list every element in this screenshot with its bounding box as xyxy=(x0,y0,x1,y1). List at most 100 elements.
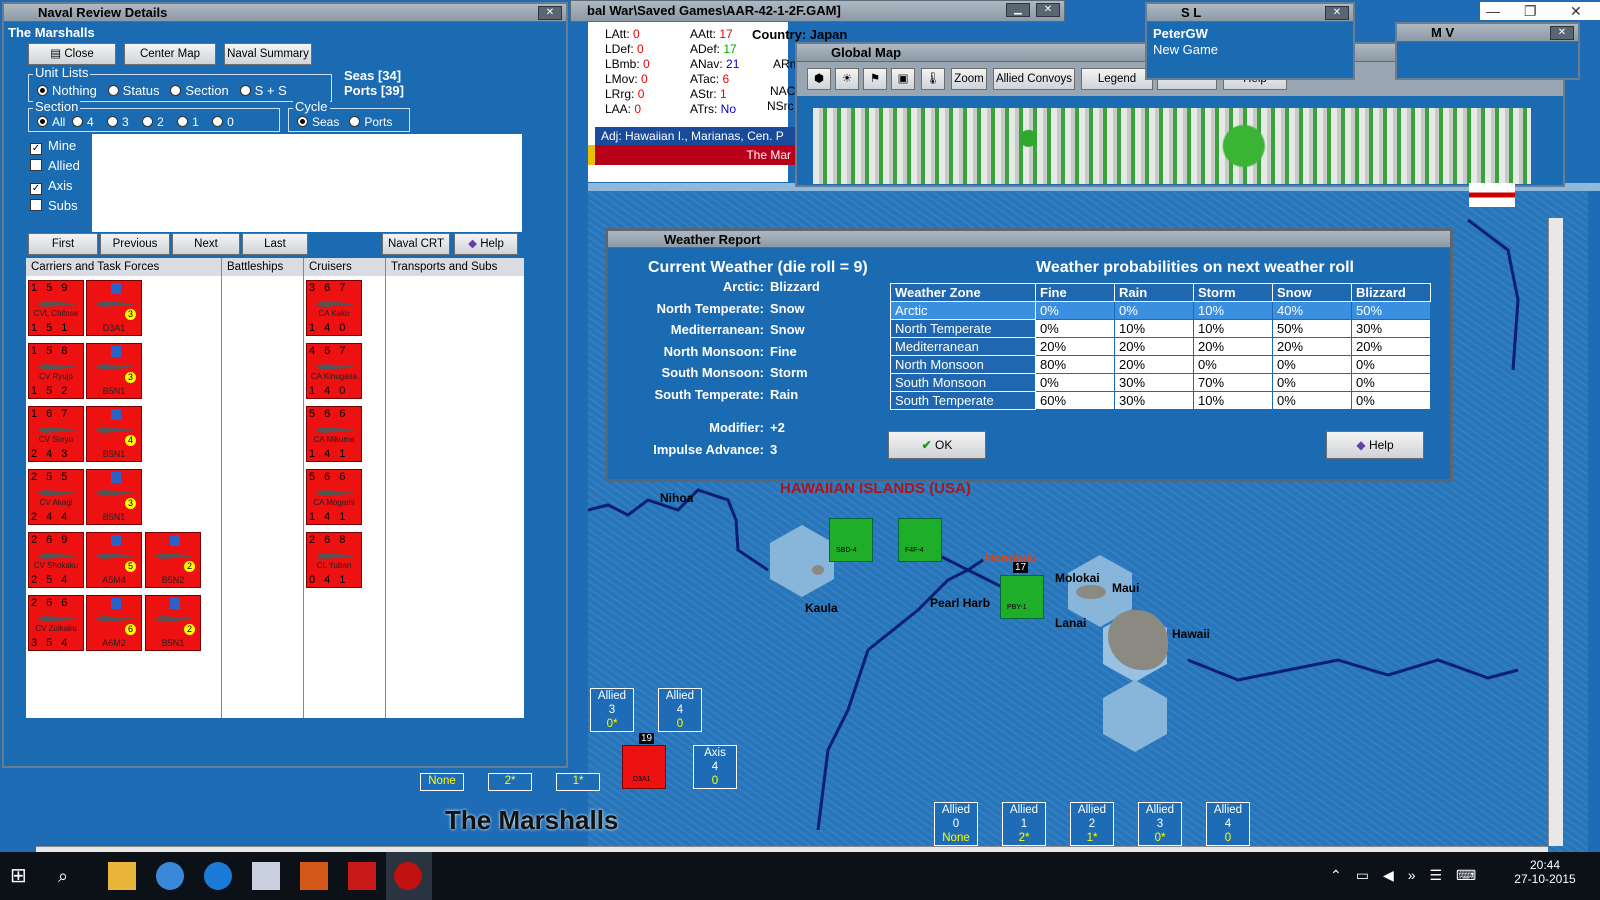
table-row[interactable]: South Temperate 60% 30% 10% 0% 0% xyxy=(890,391,1431,410)
zoom-button[interactable]: Zoom xyxy=(951,68,987,90)
air-unit-counter[interactable]: B5N1 2 xyxy=(145,595,201,651)
ship-counter[interactable]: CA Mikuma 5 6 6 1 4 1 xyxy=(306,406,362,462)
radio-section-0[interactable]: 0 xyxy=(212,115,234,129)
previous-button[interactable]: Previous xyxy=(100,233,170,255)
last-button[interactable]: Last xyxy=(242,233,308,255)
pdf-icon[interactable] xyxy=(348,862,376,890)
ship-counter[interactable]: CA Kako 3 6 7 1 4 0 xyxy=(306,280,362,336)
hawaii-section-4[interactable]: Allied 4 0 xyxy=(1206,802,1250,846)
marshalls-section-1[interactable]: 2* xyxy=(488,773,532,791)
file-explorer-icon[interactable] xyxy=(108,862,136,890)
flag-icon[interactable]: ⚑ xyxy=(863,68,887,90)
radio-nothing[interactable]: Nothing xyxy=(37,83,97,98)
ship-counter[interactable]: CV Zuikaku 2 6 6 3 5 4 xyxy=(28,595,84,651)
app-icon[interactable] xyxy=(204,862,232,890)
air-unit-counter[interactable]: A5M4 5 xyxy=(86,532,142,588)
filter-subs[interactable]: Subs xyxy=(30,198,78,213)
air-unit-counter[interactable]: B5N1 3 xyxy=(86,469,142,525)
radio-section-4[interactable]: 4 xyxy=(72,115,94,129)
close-icon[interactable]: ✕ xyxy=(1036,3,1060,17)
weather-help-button[interactable]: ◆ Help xyxy=(1326,431,1424,459)
air-unit-counter[interactable]: B5N1 3 xyxy=(86,343,142,399)
radio-cycle-ports[interactable]: Ports xyxy=(349,115,392,129)
table-row[interactable]: Arctic 0% 0% 10% 40% 50% xyxy=(890,301,1431,320)
minimize-icon[interactable]: — xyxy=(1486,2,1500,20)
ship-counter[interactable]: CL Yubari 2 6 8 0 4 1 xyxy=(306,532,362,588)
unit-sbd4[interactable]: SBD-4 xyxy=(829,518,873,562)
hawaii-section-2[interactable]: Allied 2 1* xyxy=(1070,802,1114,846)
radio-cycle-seas[interactable]: Seas xyxy=(297,115,339,129)
ship-counter[interactable]: CV Soryu 1 6 7 2 4 3 xyxy=(28,406,84,462)
filter-mine[interactable]: ✓ Mine xyxy=(30,138,76,155)
document-icon[interactable] xyxy=(252,862,280,890)
global-minimap[interactable] xyxy=(813,108,1531,184)
first-button[interactable]: First xyxy=(28,233,98,255)
hex-icon[interactable]: ⬢ xyxy=(807,68,831,90)
game-icon[interactable] xyxy=(300,862,328,890)
ship-counter[interactable]: CV Shokaku 2 6 9 2 5 4 xyxy=(28,532,84,588)
transports-list[interactable] xyxy=(386,276,524,718)
browser-icon[interactable] xyxy=(156,862,184,890)
hawaii-section-0[interactable]: Allied 0 None xyxy=(934,802,978,846)
radio-section-3[interactable]: 3 xyxy=(107,115,129,129)
help-button[interactable]: ◆ Help xyxy=(454,233,518,255)
filter-allied[interactable]: Allied xyxy=(30,158,80,173)
close-icon[interactable]: ✕ xyxy=(538,6,562,20)
center-map-button[interactable]: Center Map xyxy=(124,43,216,65)
next-button[interactable]: Next xyxy=(172,233,240,255)
ship-counter[interactable]: CVL Chitose 1 5 9 1 5 1 xyxy=(28,280,84,336)
close-icon[interactable]: ✕ xyxy=(1325,6,1349,20)
sun-icon[interactable]: ☀ xyxy=(835,68,859,90)
radio-section-all[interactable]: All xyxy=(37,115,65,129)
naval-crt-button[interactable]: Naval CRT xyxy=(382,233,450,255)
ok-button[interactable]: ✔ OK xyxy=(888,431,986,459)
ship-counter[interactable]: CV Akagi 2 5 5 2 4 4 xyxy=(28,469,84,525)
probability-cell: 20% xyxy=(1114,337,1194,356)
naval-summary-button[interactable]: Naval Summary xyxy=(224,43,312,65)
battleships-list[interactable] xyxy=(222,276,304,718)
probability-cell: 0% xyxy=(1272,373,1352,392)
unit-f4f4[interactable]: F4F-4 xyxy=(898,518,942,562)
radio-s-plus-s[interactable]: S + S xyxy=(239,83,287,98)
thermometer-icon[interactable]: 🌡 xyxy=(921,68,945,90)
table-row[interactable]: South Monsoon 0% 30% 70% 0% 0% xyxy=(890,373,1431,392)
close-icon[interactable]: ✕ xyxy=(1570,2,1582,20)
filter-axis[interactable]: ✓ Axis xyxy=(30,178,73,195)
close-button[interactable]: ▤ Close xyxy=(28,43,116,65)
unit-pby1[interactable]: PBY-1 xyxy=(1000,575,1044,619)
marshalls-section-0[interactable]: None xyxy=(420,773,464,791)
table-row[interactable]: North Monsoon 80% 20% 0% 0% 0% xyxy=(890,355,1431,374)
table-row[interactable]: North Temperate 0% 10% 10% 50% 30% xyxy=(890,319,1431,338)
section-box-allied-4[interactable]: Allied 4 0 xyxy=(658,688,702,732)
table-row[interactable]: Mediterranean 20% 20% 20% 20% 20% xyxy=(890,337,1431,356)
active-app-slot[interactable] xyxy=(386,852,432,900)
air-unit-counter[interactable]: A6M2 6 xyxy=(86,595,142,651)
section-box-axis-4[interactable]: Axis 4 0 xyxy=(693,745,737,789)
ship-counter[interactable]: CV Ryujo 1 5 8 1 5 2 xyxy=(28,343,84,399)
section-box-allied-3[interactable]: Allied 3 0* xyxy=(590,688,634,732)
restore-icon[interactable]: ❐ xyxy=(1524,2,1537,20)
marshalls-section-2[interactable]: 1* xyxy=(556,773,600,791)
units-icon[interactable]: ▣ xyxy=(891,68,915,90)
map-vertical-scrollbar[interactable] xyxy=(1548,218,1563,846)
radio-status[interactable]: Status xyxy=(107,83,160,98)
radio-section[interactable]: Section xyxy=(170,83,229,98)
air-unit-counter[interactable]: B5N1 4 xyxy=(86,406,142,462)
unit-d3a1[interactable]: D3A1 xyxy=(622,745,666,789)
search-icon[interactable]: ⌕ xyxy=(58,862,86,890)
close-icon[interactable]: ✕ xyxy=(1550,26,1574,40)
system-tray-icons[interactable]: ⌃▭◀»☰⌨ xyxy=(1330,867,1490,884)
air-unit-counter[interactable]: D3A1 3 xyxy=(86,280,142,336)
clock[interactable]: 20:44 27-10-2015 xyxy=(1510,858,1580,886)
radio-section-2[interactable]: 2 xyxy=(142,115,164,129)
windows-start-icon[interactable]: ⊞ xyxy=(10,862,38,890)
hawaii-section-1[interactable]: Allied 1 2* xyxy=(1002,802,1046,846)
allied-convoys-button[interactable]: Allied Convoys xyxy=(993,68,1075,90)
legend-button[interactable]: Legend xyxy=(1081,68,1153,90)
minimize-icon[interactable]: ▁ xyxy=(1006,3,1030,17)
ship-counter[interactable]: CA Kinugasa 4 6 7 1 4 0 xyxy=(306,343,362,399)
radio-section-1[interactable]: 1 xyxy=(177,115,199,129)
hawaii-section-3[interactable]: Allied 3 0* xyxy=(1138,802,1182,846)
air-unit-counter[interactable]: B5N2 2 xyxy=(145,532,201,588)
ship-counter[interactable]: CA Mogami 5 6 6 1 4 1 xyxy=(306,469,362,525)
